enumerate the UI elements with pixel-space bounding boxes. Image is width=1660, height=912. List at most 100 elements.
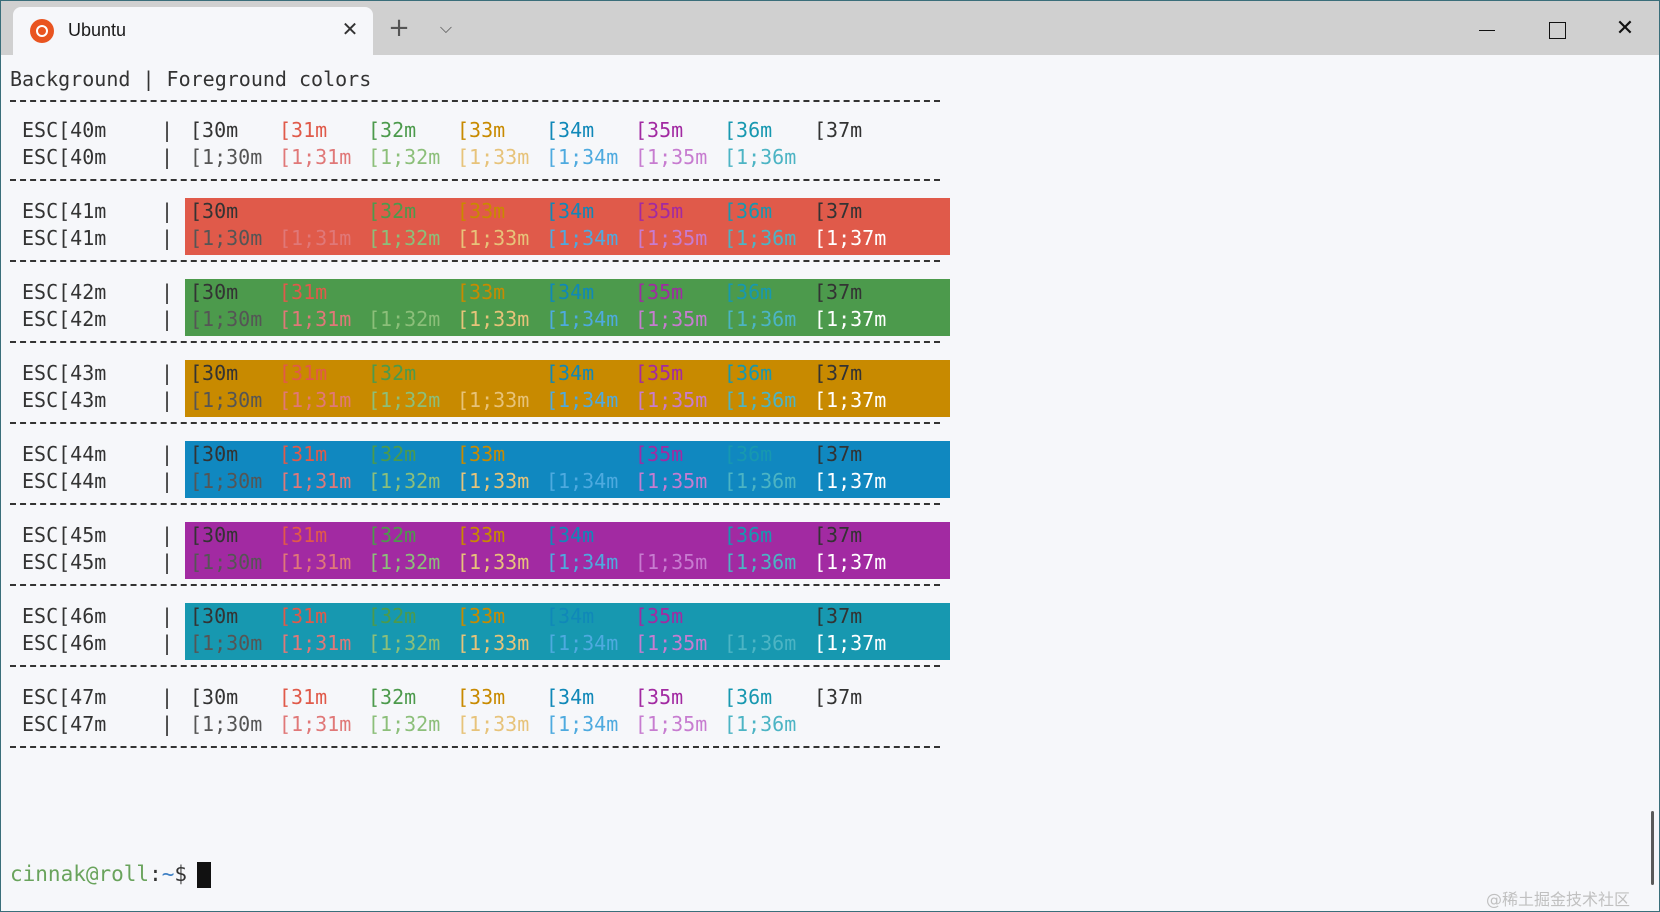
pipe-separator: | — [161, 631, 174, 655]
fg-sample: [33m — [457, 199, 506, 223]
fg-sample: [32m — [368, 685, 417, 709]
fg-sample: [37m — [814, 523, 863, 547]
pipe-separator: | — [161, 442, 174, 466]
fg-sample: [30m — [190, 361, 239, 385]
fg-sample: [1;35m — [635, 145, 708, 169]
fg-sample: [31m — [279, 685, 328, 709]
fg-sample: [1;35m — [635, 469, 708, 493]
fg-sample: [30m — [190, 685, 239, 709]
separator-line — [10, 665, 940, 669]
bg-label: ESC[41m — [22, 199, 107, 223]
shell-prompt[interactable]: cinnak@roll:~$ — [10, 859, 212, 889]
fg-sample: [37m — [814, 685, 863, 709]
minimize-icon — [1479, 30, 1495, 31]
fg-sample: [34m — [546, 280, 595, 304]
fg-sample: [31m — [279, 280, 328, 304]
fg-sample: [1;37m — [814, 469, 887, 493]
fg-sample: [1;33m — [457, 469, 530, 493]
bg-label: ESC[40m — [22, 145, 107, 169]
fg-sample: [1;33m — [457, 712, 530, 736]
fg-sample: [36m — [724, 523, 773, 547]
fg-sample: [1;33m — [457, 145, 530, 169]
bg-label: ESC[40m — [22, 118, 107, 142]
fg-sample: [1;34m — [546, 388, 619, 412]
pipe-separator: | — [161, 604, 174, 628]
fg-sample: [1;30m — [190, 388, 263, 412]
fg-sample: [1;33m — [457, 307, 530, 331]
ubuntu-logo-icon — [30, 19, 54, 43]
fg-sample: [1;31m — [279, 712, 352, 736]
fg-sample: [33m — [457, 280, 506, 304]
fg-sample: [1;35m — [635, 307, 708, 331]
fg-sample: [1;36m — [724, 550, 797, 574]
pipe-separator: | — [161, 145, 174, 169]
fg-sample: [34m — [546, 361, 595, 385]
fg-sample: [1;34m — [546, 145, 619, 169]
fg-sample: [33m — [457, 685, 506, 709]
fg-sample: [1;32m — [368, 388, 441, 412]
minimize-button[interactable] — [1463, 9, 1511, 49]
close-button[interactable]: ✕ — [1601, 9, 1649, 49]
pipe-separator: | — [161, 361, 174, 385]
tab-close-icon[interactable]: ✕ — [338, 17, 362, 41]
separator-line — [10, 422, 940, 426]
fg-sample: [30m — [190, 523, 239, 547]
chevron-down-icon[interactable]: ⌵ — [431, 11, 461, 45]
fg-sample: [1;33m — [457, 631, 530, 655]
fg-sample: [32m — [368, 604, 417, 628]
fg-sample: [32m — [368, 118, 417, 142]
bg-label: ESC[44m — [22, 442, 107, 466]
fg-sample: [30m — [190, 199, 239, 223]
fg-sample: [1;33m — [457, 226, 530, 250]
fg-sample: [35m — [635, 442, 684, 466]
fg-sample: [1;34m — [546, 469, 619, 493]
fg-sample: [1;32m — [368, 469, 441, 493]
table-header: Background | Foreground colors — [10, 67, 372, 91]
fg-sample: [1;37m — [814, 550, 887, 574]
maximize-button[interactable] — [1533, 9, 1581, 49]
fg-sample: [1;34m — [546, 226, 619, 250]
bg-label: ESC[42m — [22, 307, 107, 331]
separator-line — [10, 584, 940, 588]
fg-sample: [1;35m — [635, 226, 708, 250]
pipe-separator: | — [161, 388, 174, 412]
fg-sample: [34m — [546, 685, 595, 709]
fg-sample: [1;36m — [724, 226, 797, 250]
tab-title: Ubuntu — [68, 20, 127, 40]
fg-sample: [36m — [724, 199, 773, 223]
bg-label: ESC[42m — [22, 280, 107, 304]
fg-sample: [1;31m — [279, 469, 352, 493]
fg-sample: [31m — [279, 604, 328, 628]
separator-line — [10, 746, 940, 750]
scrollbar[interactable] — [1651, 811, 1654, 885]
bg-label: ESC[44m — [22, 469, 107, 493]
fg-sample: [1;36m — [724, 631, 797, 655]
terminal-output[interactable]: Background | Foreground colors ESC[40m ES… — [10, 55, 1620, 905]
fg-sample: [1;36m — [724, 469, 797, 493]
fg-sample: [1;31m — [279, 631, 352, 655]
fg-sample: [1;32m — [368, 145, 441, 169]
separator-line — [10, 260, 940, 264]
fg-sample: [36m — [724, 685, 773, 709]
pipe-separator: | — [161, 280, 174, 304]
fg-sample: [37m — [814, 361, 863, 385]
bg-label: ESC[46m — [22, 604, 107, 628]
fg-sample: [1;35m — [635, 388, 708, 412]
new-tab-button[interactable]: + — [384, 11, 414, 45]
fg-sample: [1;36m — [724, 712, 797, 736]
fg-sample: [31m — [279, 523, 328, 547]
tab-ubuntu[interactable]: Ubuntu ✕ — [13, 7, 373, 55]
pipe-separator: | — [161, 469, 174, 493]
fg-sample: [1;30m — [190, 712, 263, 736]
bg-label: ESC[45m — [22, 523, 107, 547]
fg-sample: [32m — [368, 442, 417, 466]
fg-sample: [1;30m — [190, 226, 263, 250]
fg-sample: [31m — [279, 118, 328, 142]
fg-sample: [1;37m — [814, 388, 887, 412]
pipe-separator: | — [161, 523, 174, 547]
fg-sample: [1;32m — [368, 226, 441, 250]
fg-sample: [1;30m — [190, 307, 263, 331]
fg-sample: [1;34m — [546, 550, 619, 574]
separator-line — [10, 503, 940, 507]
fg-sample: [1;31m — [279, 388, 352, 412]
